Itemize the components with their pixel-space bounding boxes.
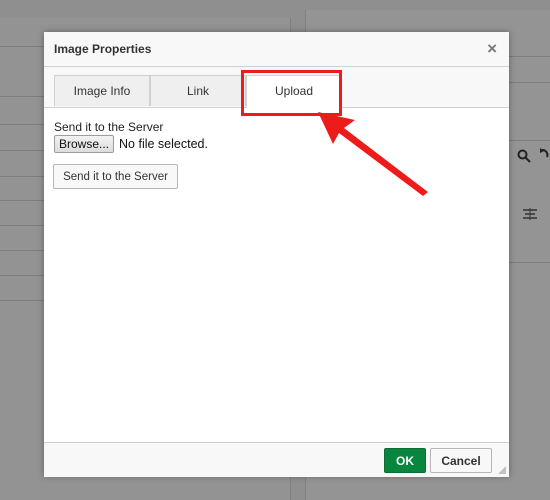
annotation-arrow-icon <box>318 112 428 196</box>
annotation-arrow-shape <box>318 112 428 196</box>
